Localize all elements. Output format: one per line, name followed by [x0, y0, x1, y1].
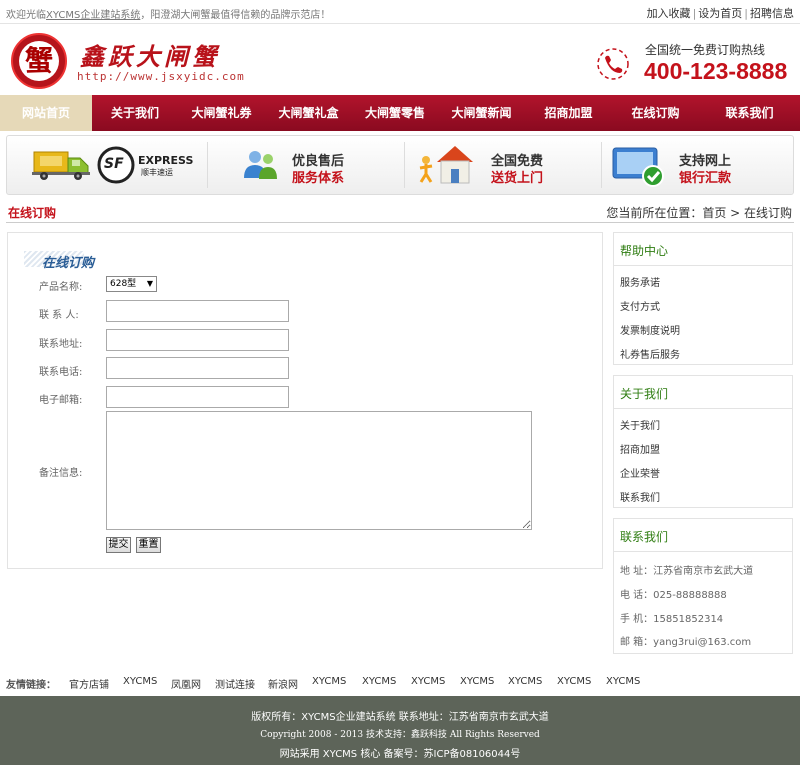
banner-bank-line2: 银行汇款 — [679, 171, 732, 186]
email-input[interactable] — [106, 386, 289, 408]
product-label: 产品名称: — [39, 282, 83, 293]
logo-url: http://www.jsxyidc.com — [77, 70, 245, 83]
note-textarea[interactable] — [106, 411, 532, 530]
customer-service-users-icon — [244, 151, 277, 179]
friend-link[interactable]: XYCMS — [557, 676, 591, 687]
order-form-panel: 在线订购 产品名称: 628型 ▼ 联 系 人: 联系地址: 联系电话: 电子邮… — [7, 232, 603, 569]
contact-email: 邮 箱：yang3rui@163.com — [620, 637, 752, 648]
friend-link[interactable]: XYCMS — [411, 676, 445, 687]
friend-links-label: 友情链接： — [6, 680, 56, 691]
express-sub: 顺丰速运 — [141, 168, 173, 177]
footer-copyright-owner: 版权所有：XYCMS企业建站系统 联系地址：江苏省南京市玄武大道 — [251, 712, 549, 723]
friend-link[interactable]: XYCMS — [312, 676, 346, 687]
address-label: 联系地址: — [39, 339, 83, 350]
logo-name[interactable]: 鑫跃大闸蟹 — [80, 37, 220, 72]
add-favorite-link[interactable]: 加入收藏 — [647, 7, 691, 20]
top-links: 加入收藏 | 设为首页 | 招聘信息 — [646, 7, 794, 20]
nav-item-giftbox[interactable]: 大闸蟹礼盒 — [265, 95, 352, 131]
contact-label: 联 系 人: — [39, 310, 79, 321]
sidebar-about-title: 关于我们 — [620, 387, 669, 401]
sidebar-item-contact-us[interactable]: 联系我们 — [620, 489, 660, 504]
submit-button[interactable]: 提交 — [106, 537, 131, 553]
phone-label: 联系电话: — [39, 367, 83, 378]
sidebar-item-about-us[interactable]: 关于我们 — [620, 417, 660, 432]
footer-icp: 网站采用 XYCMS 核心 备案号：苏ICP备08106044号 — [279, 749, 521, 760]
chevron-down-icon: ▼ — [146, 279, 153, 288]
sf-logo-text: SF — [104, 156, 124, 172]
email-label: 电子邮箱: — [39, 395, 83, 406]
product-select-value: 628型 — [110, 279, 137, 289]
sidebar-about-box: 关于我们 关于我们 招商加盟 企业荣誉 联系我们 — [613, 375, 793, 508]
sidebar-item-invoice[interactable]: 发票制度说明 — [620, 322, 680, 337]
nav-item-about[interactable]: 关于我们 — [92, 95, 178, 131]
hotline-number: 400-123-8888 — [644, 58, 788, 84]
nav-item-franchise[interactable]: 招商加盟 — [525, 95, 612, 131]
welcome-prefix: 欢迎光临 — [6, 10, 46, 21]
delivery-truck-icon — [32, 151, 90, 180]
form-title: 在线订购 — [24, 248, 164, 272]
friend-link[interactable]: XYCMS — [606, 676, 640, 687]
section-divider — [6, 222, 794, 223]
friend-link[interactable]: 新浪网 — [268, 676, 298, 691]
express-label: EXPRESS — [138, 154, 194, 167]
form-title-text: 在线订购 — [42, 256, 95, 271]
contact-input[interactable] — [106, 300, 289, 322]
logo-glyph: 蟹 — [19, 41, 59, 81]
sidebar-contact-box: 联系我们 地 址：江苏省南京市玄武大道 电 话：025-88888888 手 机… — [613, 518, 793, 654]
home-delivery-house-icon — [419, 146, 473, 184]
footer: 版权所有：XYCMS企业建站系统 联系地址：江苏省南京市玄武大道 Copyrig… — [0, 696, 800, 765]
contact-tel: 电 话：025-88888888 — [620, 590, 727, 601]
welcome-link[interactable]: XYCMS企业建站系统 — [46, 10, 140, 21]
friend-link[interactable]: 测试连接 — [215, 676, 255, 691]
telephone-icon — [597, 48, 629, 80]
address-input[interactable] — [106, 329, 289, 351]
header: 蟹 鑫跃大闸蟹 http://www.jsxyidc.com 全国统一免费订购热… — [0, 25, 800, 95]
sidebar-item-franchise[interactable]: 招商加盟 — [620, 441, 660, 456]
top-bar: 欢迎光临XYCMS企业建站系统，阳澄湖大闸蟹最值得信赖的品牌示范店！ 加入收藏 |… — [0, 0, 800, 24]
sidebar-contact-title: 联系我们 — [620, 530, 669, 544]
welcome-suffix: ，阳澄湖大闸蟹最值得信赖的品牌示范店！ — [140, 10, 331, 21]
friend-link[interactable]: XYCMS — [508, 676, 542, 687]
footer-copyright: Copyright 2008 - 2013 技术支持：鑫跃科技 All Righ… — [260, 730, 540, 740]
phone-input[interactable] — [106, 357, 289, 379]
friend-link[interactable]: 官方店铺 — [69, 676, 109, 691]
section-title: 在线订购 — [8, 206, 57, 220]
contact-address: 地 址：江苏省南京市玄武大道 — [620, 566, 754, 577]
nav-item-home[interactable]: 网站首页 — [0, 95, 92, 131]
sidebar-item-honors[interactable]: 企业荣誉 — [620, 465, 660, 480]
friend-link[interactable]: XYCMS — [460, 676, 494, 687]
banner-service-line2: 服务体系 — [292, 171, 345, 186]
reset-button[interactable]: 重置 — [136, 537, 161, 553]
friend-link[interactable]: XYCMS — [362, 676, 396, 687]
sidebar-item-coupon-service[interactable]: 礼券售后服务 — [620, 346, 680, 361]
sidebar-help-title: 帮助中心 — [620, 244, 669, 258]
product-select[interactable]: 628型 ▼ — [106, 276, 157, 292]
welcome-text: 欢迎光临XYCMS企业建站系统，阳澄湖大闸蟹最值得信赖的品牌示范店！ — [6, 6, 330, 21]
nav-item-news[interactable]: 大闸蟹新闻 — [438, 95, 525, 131]
sidebar-item-payment[interactable]: 支付方式 — [620, 298, 660, 313]
friend-link[interactable]: 凤凰网 — [171, 676, 201, 691]
nav-item-order[interactable]: 在线订购 — [612, 95, 699, 131]
banner-delivery-line2: 送货上门 — [491, 171, 544, 186]
nav-item-retail[interactable]: 大闸蟹零售 — [352, 95, 438, 131]
nav-item-contact[interactable]: 联系我们 — [699, 95, 800, 131]
sidebar-item-service-promise[interactable]: 服务承诺 — [620, 274, 660, 289]
nav-item-coupons[interactable]: 大闸蟹礼券 — [178, 95, 265, 131]
online-bank-check-icon — [612, 147, 664, 187]
hotline-label: 全国统一免费订购热线 — [645, 43, 766, 57]
jobs-link[interactable]: 招聘信息 — [750, 7, 794, 20]
note-label: 备注信息: — [39, 468, 83, 479]
contact-mobile: 手 机：15851852314 — [620, 614, 724, 625]
friend-link[interactable]: XYCMS — [123, 676, 157, 687]
set-homepage-link[interactable]: 设为首页 — [698, 7, 742, 20]
sidebar-help-box: 帮助中心 服务承诺 支付方式 发票制度说明 礼券售后服务 — [613, 232, 793, 365]
breadcrumb: 您当前所在位置：首页 > 在线订购 — [606, 206, 792, 220]
main-nav: 网站首页 关于我们 大闸蟹礼券 大闸蟹礼盒 大闸蟹零售 大闸蟹新闻 招商加盟 在… — [0, 95, 800, 131]
logo-crab-seal[interactable]: 蟹 — [11, 33, 67, 89]
service-banner: SF EXPRESS 顺丰速运 优良售后 服务体系 全国免费 送货上门 支持网上… — [6, 135, 794, 195]
